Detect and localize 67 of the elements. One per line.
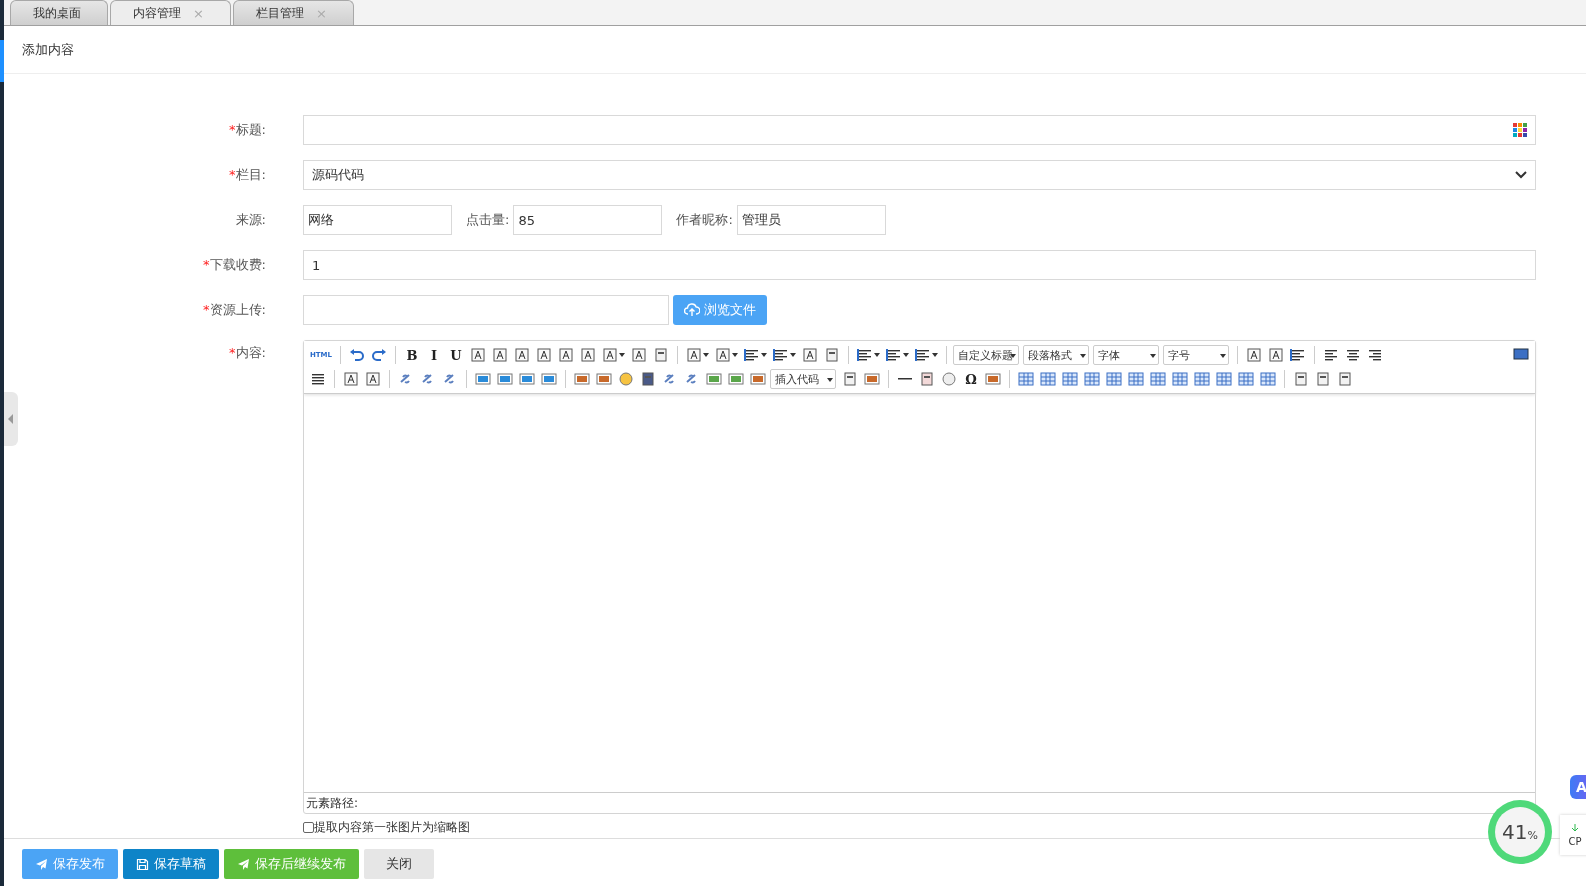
smiley-icon[interactable] — [618, 371, 634, 388]
caret-icon[interactable] — [619, 353, 625, 358]
toolbar-dropdown[interactable]: 字号 — [1163, 345, 1229, 366]
action-button[interactable]: 关闭 — [364, 849, 434, 880]
caret-icon[interactable] — [903, 353, 909, 358]
image-center-icon[interactable] — [541, 371, 557, 388]
field-label: *资源上传: — [202, 301, 267, 320]
input-field[interactable]: 85 — [513, 205, 663, 236]
field-label: *下载收费: — [202, 256, 267, 275]
undo-icon[interactable] — [349, 347, 365, 364]
select-field[interactable]: 源码代码 — [303, 160, 1536, 191]
caret-icon[interactable] — [932, 353, 938, 358]
field-label: 来源: — [234, 211, 267, 230]
map-icon[interactable] — [728, 371, 744, 388]
toolbar-button[interactable]: U — [446, 345, 466, 366]
field-label: 作者昵称: — [676, 211, 733, 230]
table-icon[interactable] — [1018, 371, 1034, 388]
film-icon[interactable] — [640, 371, 656, 388]
collapse-handle[interactable] — [4, 392, 18, 446]
usage-gauge: 41% — [1488, 800, 1552, 864]
page-title: 添加内容 — [21, 40, 74, 59]
cpu-indicator: CP — [1560, 815, 1586, 855]
color-grid-icon[interactable] — [1513, 123, 1527, 138]
image-left-icon[interactable] — [475, 371, 491, 388]
checkbox-label[interactable]: 提取内容第一张图片为缩略图 — [314, 818, 470, 836]
frame-icon[interactable] — [750, 371, 766, 388]
toolbar-dropdown[interactable]: 段落格式 — [1023, 345, 1089, 366]
checkbox[interactable] — [303, 821, 314, 833]
paper-plane-icon — [35, 857, 48, 871]
field-label: 点击量: — [466, 211, 510, 230]
file-field[interactable] — [303, 295, 669, 326]
image-icon[interactable] — [574, 371, 590, 388]
field-label: *栏目: — [228, 166, 267, 185]
input-field[interactable] — [303, 115, 1536, 146]
caret-icon[interactable] — [732, 353, 738, 358]
input-field[interactable]: 管理员 — [736, 205, 886, 236]
cloud-upload-icon — [684, 303, 700, 318]
image-none-icon[interactable] — [519, 371, 535, 388]
toolbar-button[interactable]: I — [424, 345, 444, 366]
assistant-badge[interactable]: A — [1570, 775, 1586, 799]
input-field[interactable]: 1 — [303, 250, 1536, 281]
element-path: 元素路径: — [306, 794, 359, 812]
redo-icon[interactable] — [371, 347, 387, 364]
caret-icon[interactable] — [761, 353, 767, 358]
tab[interactable]: 内容管理 × — [110, 0, 231, 26]
caret-icon[interactable] — [703, 353, 709, 358]
chevron-down-icon — [1515, 171, 1527, 180]
toolbar-dropdown[interactable]: 字体 — [1093, 345, 1159, 366]
toolbar-dropdown[interactable]: 插入代码 — [770, 369, 836, 390]
images-icon[interactable] — [596, 371, 612, 388]
caret-icon[interactable] — [874, 353, 880, 358]
paper-plane-icon — [237, 857, 250, 871]
page-icon[interactable] — [824, 347, 840, 364]
text-border-icon[interactable] — [470, 347, 486, 364]
toolbar-button[interactable]: B — [402, 345, 422, 366]
action-button[interactable]: 保存草稿 — [123, 849, 219, 880]
toolbar-dropdown[interactable]: 自定义标题 — [953, 345, 1019, 366]
tab[interactable]: 栏目管理 × — [232, 0, 354, 26]
toolbar-button[interactable]: Ω — [961, 369, 981, 390]
tab[interactable]: 我的桌面 — [10, 0, 108, 26]
map-icon[interactable] — [706, 371, 722, 388]
input-field[interactable]: 网络 — [303, 205, 452, 236]
field-label: *标题: — [228, 121, 267, 140]
letter-box-icon[interactable] — [802, 347, 818, 364]
image-right-icon[interactable] — [497, 371, 513, 388]
field-label: *内容: — [228, 344, 267, 363]
caret-icon[interactable] — [790, 353, 796, 358]
